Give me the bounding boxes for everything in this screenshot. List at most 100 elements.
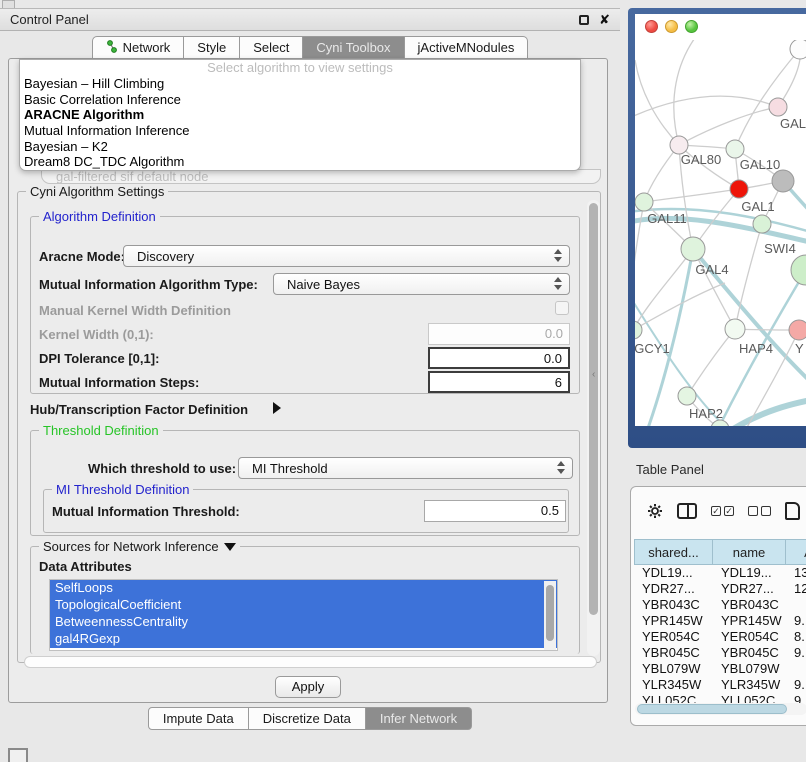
tab-cyni-toolbox[interactable]: Cyni Toolbox (303, 36, 404, 59)
table-row[interactable]: YLR345WYLR345W9. (634, 677, 806, 693)
table-row[interactable]: YBR043CYBR043C (634, 597, 806, 613)
settings-vertical-scrollbar[interactable] (587, 200, 600, 656)
algorithm-item-mutual-information-inference[interactable]: Mutual Information Inference (20, 123, 580, 139)
algorithm-item-aracne-algorithm[interactable]: ARACNE Algorithm (20, 107, 580, 123)
table-row[interactable]: YBL079WYBL079W (634, 661, 806, 677)
table-cell: YBL079W (713, 661, 786, 677)
mi-steps-field[interactable]: 6 (428, 371, 570, 393)
network-node-gal11[interactable] (635, 193, 653, 211)
tab-discretize-data[interactable]: Discretize Data (249, 707, 366, 730)
hub-definition-label[interactable]: Hub/Transcription Factor Definition (30, 402, 248, 417)
settings-horizontal-scrollbar[interactable] (24, 656, 597, 668)
network-node[interactable] (790, 40, 806, 59)
node-label-hap2: HAP2 (689, 406, 723, 421)
table-scrollbar-thumb[interactable] (637, 704, 787, 714)
table-row[interactable]: YBR045CYBR045C9. (634, 645, 806, 661)
table-cell: 13 (786, 565, 806, 581)
kernel-width-field[interactable]: 0.0 (428, 323, 570, 345)
column-header-shared[interactable]: shared... (634, 539, 713, 565)
mi-type-combo[interactable]: Naive Bayes (273, 273, 570, 295)
which-threshold-combo[interactable]: MI Threshold (238, 457, 573, 479)
data-attributes-list[interactable]: SelfLoopsTopologicalCoefficientBetweenne… (49, 579, 558, 651)
table-horizontal-scrollbar[interactable] (635, 703, 806, 715)
close-icon[interactable]: ✘ (599, 15, 610, 25)
attribute-item-topologicalcoefficient[interactable]: TopologicalCoefficient (50, 597, 557, 614)
table-cell: 9. (786, 613, 806, 629)
float-panel-icon[interactable] (579, 15, 589, 25)
network-node[interactable] (791, 255, 806, 285)
tab-select[interactable]: Select (240, 36, 303, 59)
sources-group: Sources for Network Inference Data Attri… (30, 546, 580, 654)
manual-kernel-checkbox[interactable] (555, 301, 569, 315)
network-node-hap2[interactable] (678, 387, 696, 405)
deselect-all-checks-icon[interactable] (748, 506, 771, 516)
table-toolbar: ✓✓ (631, 487, 806, 535)
network-icon (106, 40, 118, 56)
table-cell: YBR043C (713, 597, 786, 613)
algorithm-item-basic-correlation-inference[interactable]: Basic Correlation Inference (20, 92, 580, 108)
tab-style[interactable]: Style (184, 36, 240, 59)
table-row[interactable]: YDL19...YDL19...13 (634, 565, 806, 581)
close-traffic-light[interactable] (645, 20, 658, 33)
apply-button[interactable]: Apply (275, 676, 341, 698)
node-label-swi4: SWI4 (764, 241, 796, 256)
network-node-gal[interactable] (769, 98, 787, 116)
network-node-hap4[interactable] (725, 319, 745, 339)
algorithm-item-bayesian-k2[interactable]: Bayesian – K2 (20, 139, 580, 155)
tab-label: Cyni Toolbox (316, 40, 390, 55)
algorithm-list: Bayesian – Hill ClimbingBasic Correlatio… (20, 76, 580, 170)
table-cell (786, 597, 806, 613)
column-header-a[interactable]: A (786, 539, 806, 565)
node-label-gal: GAL (780, 116, 806, 131)
network-selector-combo[interactable]: gal-filtered sif default node (41, 169, 601, 184)
aracne-mode-combo[interactable]: Discovery (123, 245, 570, 267)
bottom-tabbar: Impute DataDiscretize DataInfer Network (0, 707, 620, 731)
sources-group-title[interactable]: Sources for Network Inference (39, 539, 240, 554)
control-panel-tabbar: NetworkStyleSelect Cyni Toolbox jActiveMNo… (0, 34, 620, 59)
splitter-handle[interactable]: ‹ (592, 369, 595, 380)
tab-jactivemnodules[interactable]: jActiveMNodules (405, 36, 529, 59)
gear-icon[interactable] (647, 503, 663, 519)
network-node-swi4[interactable] (753, 215, 771, 233)
new-table-icon[interactable] (785, 502, 800, 520)
network-node-y[interactable] (789, 320, 806, 340)
table-cell: YBR043C (634, 597, 713, 613)
table-row[interactable]: YER054CYER054C8. (634, 629, 806, 645)
settings-scrollbar-thumb[interactable] (589, 203, 598, 615)
attribute-item-gal4rgexp[interactable]: gal4RGexp (50, 631, 557, 648)
network-node-gal1[interactable] (730, 180, 748, 198)
attributes-scrollbar[interactable] (544, 581, 556, 651)
aracne-mode-value: Discovery (137, 249, 194, 264)
minimized-panel-icon[interactable] (8, 748, 28, 762)
attribute-item-selfloops[interactable]: SelfLoops (50, 580, 557, 597)
column-header-name[interactable]: name (713, 539, 786, 565)
mi-threshold-field[interactable]: 0.5 (424, 500, 566, 522)
network-canvas-area[interactable]: GALGAL80GAL10GAL1GAL11SWI4GAL4GCY1HAP4YH… (635, 14, 806, 426)
network-node[interactable] (772, 170, 794, 192)
network-graph[interactable]: GALGAL80GAL10GAL1GAL11SWI4GAL4GCY1HAP4YH… (635, 40, 806, 426)
select-all-checks-icon[interactable]: ✓✓ (711, 506, 734, 516)
attribute-item-betweennesscentrality[interactable]: BetweennessCentrality (50, 614, 557, 631)
network-node-gcy1[interactable] (635, 321, 642, 339)
algorithm-definition-group: Algorithm Definition Aracne Mode: Discov… (30, 216, 580, 394)
network-node-gal4[interactable] (681, 237, 705, 261)
table-row[interactable]: YDR27...YDR27...12 (634, 581, 806, 597)
algorithm-item-dream8-dc-tdc-algorithm[interactable]: Dream8 DC_TDC Algorithm (20, 154, 580, 170)
algorithm-definition-title: Algorithm Definition (39, 209, 160, 224)
table-cell: YBL079W (634, 661, 713, 677)
table-row[interactable]: YPR145WYPR145W9. (634, 613, 806, 629)
minimize-traffic-light[interactable] (665, 20, 678, 33)
column-browser-icon[interactable] (677, 503, 697, 519)
dpi-tolerance-field[interactable]: 0.0 (428, 347, 570, 369)
collapse-arrow-icon[interactable] (224, 543, 236, 551)
algorithm-item-bayesian-hill-climbing[interactable]: Bayesian – Hill Climbing (20, 76, 580, 92)
aracne-mode-label: Aracne Mode: (39, 249, 125, 264)
network-node-gal10[interactable] (726, 140, 744, 158)
tab-network[interactable]: Network (92, 36, 185, 59)
node-table: shared...nameA YDL19...YDL19...13YDR27..… (634, 539, 806, 704)
dpi-tolerance-label: DPI Tolerance [0,1]: (39, 351, 159, 366)
tab-impute-data[interactable]: Impute Data (148, 707, 249, 730)
zoom-traffic-light[interactable] (685, 20, 698, 33)
tab-infer-network[interactable]: Infer Network (366, 707, 472, 730)
expand-arrow-icon[interactable] (273, 402, 281, 414)
